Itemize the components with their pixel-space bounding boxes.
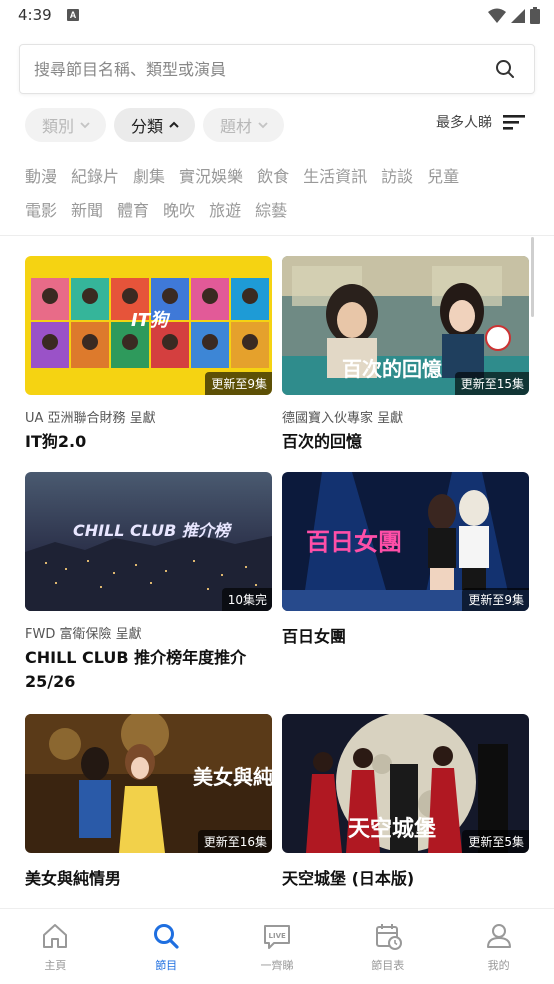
program-thumbnail[interactable]: 百次的回憶 更新至15集 — [282, 256, 529, 395]
category-travel[interactable]: 旅遊 — [209, 197, 241, 221]
search-icon[interactable] — [494, 58, 516, 80]
program-thumbnail[interactable]: CHILL CLUB 推介榜 10集完 — [25, 472, 272, 611]
svg-text:LIVE: LIVE — [268, 932, 285, 940]
category-reality[interactable]: 實況娛樂 — [179, 163, 243, 187]
filter-chip-category[interactable]: 分類 — [114, 108, 196, 142]
nav-label: 節目表 — [371, 959, 405, 972]
chevron-down-icon — [80, 122, 90, 129]
episode-badge: 更新至15集 — [454, 372, 529, 395]
nav-label: 主頁 — [44, 959, 67, 972]
scrollbar[interactable] — [531, 237, 534, 317]
program-sponsor: FWD 富衛保險 呈獻 — [25, 627, 142, 642]
category-lifestyle[interactable]: 生活資訊 — [303, 163, 367, 187]
category-anime[interactable]: 動漫 — [25, 163, 57, 187]
search-icon — [154, 924, 179, 949]
sort-label: 最多人睇 — [436, 115, 492, 131]
category-talk[interactable]: 訪談 — [381, 163, 413, 187]
episode-badge: 更新至16集 — [197, 830, 272, 853]
category-night-talk[interactable]: 晚吹 — [163, 197, 195, 221]
nav-profile[interactable]: 我的 — [443, 909, 554, 984]
filter-chips: 類別 分類 題材 — [25, 108, 285, 142]
program-sponsor: 德國寶入伙專家 呈獻 — [282, 411, 404, 426]
program-title[interactable]: CHILL CLUB 推介榜年度推介 25/26 — [25, 646, 272, 694]
wifi-icon — [488, 8, 506, 23]
live-icon: LIVE — [263, 925, 290, 949]
program-title[interactable]: 美女與純情男 — [25, 867, 272, 891]
thumbnail-title-art: 天空城堡 — [348, 816, 436, 842]
program-card[interactable]: 百次的回憶 更新至15集 德國寶入伙專家 呈獻 百次的回憶 — [282, 256, 529, 454]
episode-badge: 更新至9集 — [462, 588, 529, 611]
category-row: 電影 新聞 體育 晚吹 旅遊 綜藝 — [25, 192, 525, 226]
episode-badge: 更新至9集 — [205, 372, 272, 395]
status-time: 4:39 — [18, 6, 52, 24]
bottom-nav: 主頁 節目 LIVE 一齊睇 節目表 我的 — [0, 908, 554, 984]
filter-chip-type[interactable]: 類別 — [25, 108, 107, 142]
thumbnail-title-art: CHILL CLUB 推介榜 — [73, 521, 233, 540]
category-news[interactable]: 新聞 — [71, 197, 103, 221]
search-bar[interactable] — [19, 44, 535, 94]
category-documentary[interactable]: 紀錄片 — [71, 163, 119, 187]
program-thumbnail[interactable]: 百日女團 更新至9集 — [282, 472, 529, 611]
battery-icon — [530, 7, 540, 24]
search-input[interactable] — [34, 45, 474, 93]
sort-button[interactable]: 最多人睇 — [436, 112, 526, 132]
program-card[interactable]: 天空城堡 更新至5集 天空城堡 (日本版) — [282, 714, 529, 891]
divider — [0, 235, 554, 236]
chip-label: 分類 — [131, 117, 164, 136]
status-bar: 4:39 A — [0, 0, 554, 32]
nav-label: 一齊睇 — [260, 959, 294, 972]
thumbnail-title-art: 美女與純情男 — [193, 765, 272, 789]
calendar-icon — [375, 924, 402, 950]
nav-label: 我的 — [487, 959, 510, 972]
program-card[interactable]: 百日女團 更新至9集 百日女團 — [282, 472, 529, 649]
nav-programs[interactable]: 節目 — [111, 909, 222, 984]
chevron-down-icon — [258, 122, 268, 129]
program-sponsor: UA 亞洲聯合財務 呈獻 — [25, 411, 156, 426]
status-icons — [488, 7, 540, 24]
program-card[interactable]: 美女與純情男 更新至16集 美女與純情男 — [25, 714, 272, 891]
program-card[interactable]: IT狗 更新至9集 UA 亞洲聯合財務 呈獻 IT狗2.0 — [25, 256, 272, 454]
thumbnail-title-art: IT狗 — [131, 310, 171, 331]
program-card[interactable]: CHILL CLUB 推介榜 10集完 FWD 富衛保險 呈獻 CHILL CL… — [25, 472, 272, 694]
category-variety[interactable]: 綜藝 — [255, 197, 287, 221]
program-title[interactable]: 天空城堡 (日本版) — [282, 867, 529, 891]
signal-icon — [511, 8, 525, 23]
thumbnail-title-art: 百日女團 — [306, 528, 402, 556]
category-list: 動漫 紀錄片 劇集 實況娛樂 飲食 生活資訊 訪談 兒童 電影 新聞 體育 晚吹… — [25, 158, 525, 226]
program-title[interactable]: 百次的回憶 — [282, 430, 529, 454]
nav-label: 節目 — [155, 959, 178, 972]
chip-label: 類別 — [42, 117, 75, 136]
sort-icon — [503, 115, 525, 130]
category-sports[interactable]: 體育 — [117, 197, 149, 221]
category-kids[interactable]: 兒童 — [427, 163, 459, 187]
category-drama[interactable]: 劇集 — [133, 163, 165, 187]
program-thumbnail[interactable]: IT狗 更新至9集 — [25, 256, 272, 395]
episode-badge: 更新至5集 — [462, 830, 529, 853]
thumbnail-title-art: 百次的回憶 — [342, 357, 442, 381]
program-title[interactable]: IT狗2.0 — [25, 430, 272, 454]
filter-chip-subject[interactable]: 題材 — [203, 108, 285, 142]
episode-badge: 10集完 — [221, 588, 272, 611]
home-icon — [43, 924, 68, 948]
notification-icon: A — [67, 9, 79, 21]
nav-watch-together[interactable]: LIVE 一齊睇 — [222, 909, 333, 984]
category-food[interactable]: 飲食 — [257, 163, 289, 187]
user-icon — [486, 924, 511, 948]
program-title[interactable]: 百日女團 — [282, 625, 529, 649]
chevron-up-icon — [169, 121, 179, 128]
nav-schedule[interactable]: 節目表 — [332, 909, 443, 984]
nav-home[interactable]: 主頁 — [0, 909, 111, 984]
category-row: 動漫 紀錄片 劇集 實況娛樂 飲食 生活資訊 訪談 兒童 — [25, 158, 525, 192]
program-thumbnail[interactable]: 美女與純情男 更新至16集 — [25, 714, 272, 853]
program-thumbnail[interactable]: 天空城堡 更新至5集 — [282, 714, 529, 853]
chip-label: 題材 — [220, 117, 253, 136]
category-movie[interactable]: 電影 — [25, 197, 57, 221]
